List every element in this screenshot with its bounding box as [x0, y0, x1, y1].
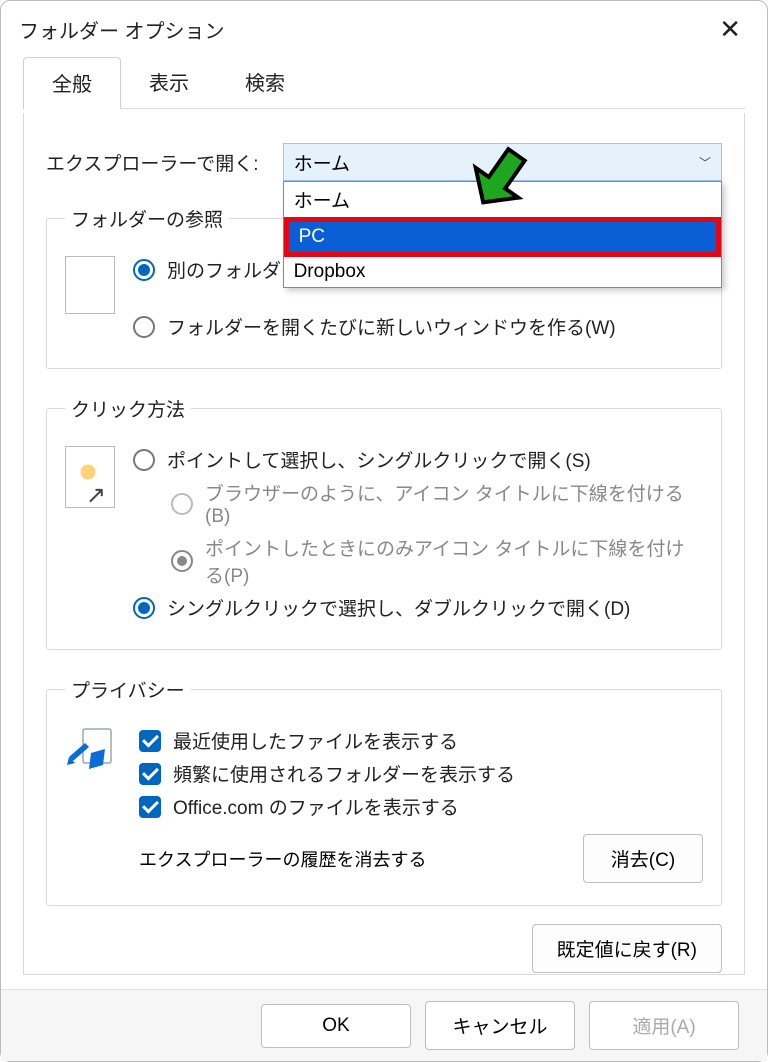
click-cursor-icon [65, 446, 115, 508]
folder-window-icon [65, 256, 115, 314]
radio-icon [133, 449, 155, 471]
folder-browse-legend: フォルダーの参照 [65, 205, 229, 232]
chevron-down-icon: ﹀ [699, 154, 711, 171]
radio-icon [171, 550, 193, 572]
click-method-group: クリック方法 ポイントして選択し、シングルクリックで開く(S) ブラウザーのよう… [46, 395, 722, 650]
radio-label: ポイントしたときにのみアイコン タイトルに下線を付ける(P) [205, 534, 703, 588]
window-title: フォルダー オプション [19, 15, 225, 44]
clear-history-button[interactable]: 消去(C) [583, 834, 703, 883]
explorer-open-combobox[interactable]: ホーム ﹀ ホーム PC Dropbox [283, 143, 722, 181]
folder-options-dialog: フォルダー オプション ✕ 全般 表示 検索 エクスプローラーで開く: ホーム … [0, 0, 768, 1062]
privacy-history-icon [65, 725, 121, 781]
tab-general[interactable]: 全般 [23, 57, 121, 109]
checkbox-frequent-folders[interactable]: 頻繁に使用されるフォルダーを表示する [139, 760, 703, 787]
tab-view[interactable]: 表示 [121, 57, 217, 109]
radio-underline-browser: ブラウザーのように、アイコン タイトルに下線を付ける(B) [171, 479, 703, 528]
close-icon[interactable]: ✕ [711, 12, 749, 46]
radio-new-window[interactable]: フォルダーを開くたびに新しいウィンドウを作る(W) [133, 313, 703, 340]
privacy-legend: プライバシー [65, 676, 191, 703]
explorer-open-dropdown: ホーム PC Dropbox [283, 181, 722, 288]
radio-double-click-open[interactable]: シングルクリックで選択し、ダブルクリックで開く(D) [133, 594, 703, 621]
checkmark-icon [139, 796, 161, 818]
cancel-button[interactable]: キャンセル [425, 1001, 575, 1050]
radio-underline-hover: ポイントしたときにのみアイコン タイトルに下線を付ける(P) [171, 534, 703, 588]
checkmark-icon [139, 763, 161, 785]
ok-button[interactable]: OK [261, 1004, 411, 1048]
explorer-open-row: エクスプローラーで開く: ホーム ﹀ ホーム PC [46, 143, 722, 181]
clear-history-label: エクスプローラーの履歴を消去する [139, 846, 426, 872]
tab-content-general: エクスプローラーで開く: ホーム ﹀ ホーム PC [23, 113, 745, 975]
dropdown-option-pc-highlighted: PC [284, 217, 721, 257]
radio-label: フォルダーを開くたびに新しいウィンドウを作る(W) [167, 313, 616, 340]
radio-label: 別のフォルダー [167, 256, 300, 283]
radio-label: シングルクリックで選択し、ダブルクリックで開く(D) [167, 594, 630, 621]
click-method-legend: クリック方法 [65, 395, 191, 422]
checkbox-label: Office.com のファイルを表示する [173, 793, 459, 820]
tab-strip: 全般 表示 検索 [1, 57, 767, 110]
dropdown-option-home[interactable]: ホーム [284, 182, 721, 217]
radio-icon [171, 493, 193, 515]
checkbox-recent-files[interactable]: 最近使用したファイルを表示する [139, 727, 703, 754]
radio-icon [133, 316, 155, 338]
restore-defaults-button[interactable]: 既定値に戻す(R) [532, 924, 722, 973]
dropdown-option-dropbox[interactable]: Dropbox [284, 257, 721, 287]
explorer-open-label: エクスプローラーで開く: [46, 149, 259, 176]
radio-icon [133, 259, 155, 281]
privacy-group: プライバシー 最近使用したファイルを表示する [46, 676, 722, 906]
apply-button: 適用(A) [589, 1001, 739, 1050]
dialog-footer: OK キャンセル 適用(A) [1, 989, 767, 1061]
checkbox-office-files[interactable]: Office.com のファイルを表示する [139, 793, 703, 820]
radio-single-click-open[interactable]: ポイントして選択し、シングルクリックで開く(S) [133, 446, 703, 473]
checkbox-label: 頻繁に使用されるフォルダーを表示する [173, 760, 515, 787]
dropdown-option-pc[interactable]: PC [289, 222, 716, 252]
tab-search[interactable]: 検索 [217, 57, 313, 109]
radio-label: ポイントして選択し、シングルクリックで開く(S) [167, 446, 591, 473]
radio-label: ブラウザーのように、アイコン タイトルに下線を付ける(B) [205, 479, 703, 528]
radio-icon [133, 597, 155, 619]
checkbox-label: 最近使用したファイルを表示する [173, 727, 458, 754]
checkmark-icon [139, 730, 161, 752]
titlebar: フォルダー オプション ✕ [1, 1, 767, 57]
combobox-selected-value: ホーム [294, 149, 350, 176]
